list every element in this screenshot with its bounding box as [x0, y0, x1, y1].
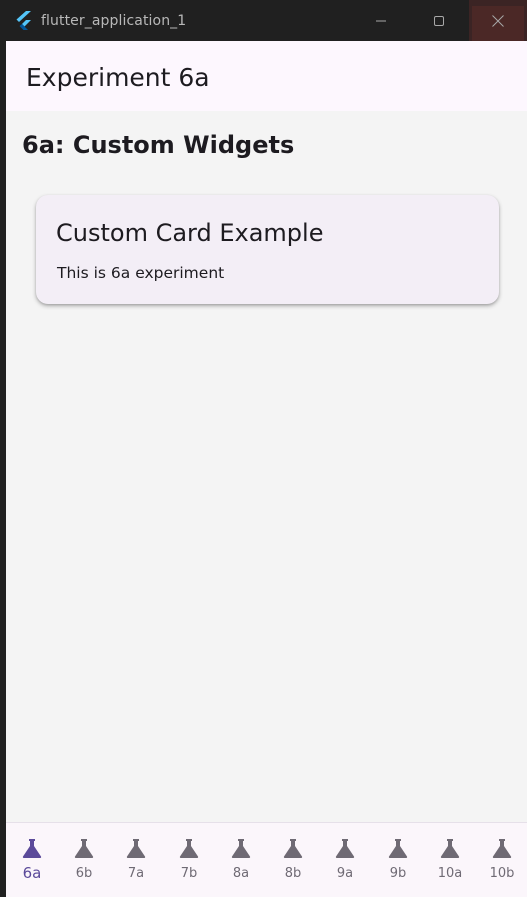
nav-item-10a[interactable]: 10a	[424, 823, 476, 897]
flask-icon	[283, 839, 303, 858]
nav-item-9a[interactable]: 9a	[319, 823, 371, 897]
app-content: Experiment 6a 6a: Custom Widgets Custom …	[6, 41, 527, 897]
nav-item-label: 7a	[127, 866, 145, 881]
maximize-button[interactable]	[410, 0, 468, 41]
flask-icon	[126, 839, 146, 858]
nav-item-label: 6a	[22, 864, 42, 882]
window-title: flutter_application_1	[41, 13, 187, 29]
nav-item-6b[interactable]: 6b	[58, 823, 110, 897]
flask-icon	[388, 839, 408, 858]
nav-item-8b[interactable]: 8b	[267, 823, 319, 897]
minimize-button[interactable]	[352, 0, 410, 41]
flask-icon	[335, 839, 355, 858]
flask-icon	[22, 839, 42, 858]
flask-icon	[440, 839, 460, 858]
flask-icon	[74, 839, 94, 858]
card-body: This is 6a experiment	[57, 264, 225, 282]
flask-icon	[492, 839, 512, 858]
nav-item-label: 6b	[75, 866, 93, 881]
bottom-navigation-bar: 6a 6b 7a 7b 8a 8b 9a 9b 10a 10b	[6, 822, 527, 897]
maximize-icon	[434, 15, 444, 26]
nav-item-label: 9b	[389, 866, 407, 881]
nav-item-label: 8b	[284, 866, 302, 881]
nav-item-8a[interactable]: 8a	[215, 823, 267, 897]
app-bar: Experiment 6a	[6, 41, 527, 111]
nav-item-label: 8a	[232, 866, 250, 881]
app-window: flutter_application_1 Experiment 6a 6a: …	[0, 0, 527, 897]
flutter-logo-icon	[15, 11, 34, 31]
close-icon	[492, 14, 504, 27]
flask-icon	[231, 839, 251, 858]
card-title: Custom Card Example	[56, 219, 324, 247]
nav-item-label: 9a	[336, 866, 354, 881]
nav-item-7a[interactable]: 7a	[110, 823, 162, 897]
page-heading: 6a: Custom Widgets	[22, 131, 295, 159]
nav-item-10b[interactable]: 10b	[476, 823, 527, 897]
nav-item-label: 7b	[180, 866, 198, 881]
title-bar: flutter_application_1	[0, 0, 527, 41]
nav-item-6a[interactable]: 6a	[6, 823, 58, 897]
nav-item-9b[interactable]: 9b	[372, 823, 424, 897]
flask-icon	[179, 839, 199, 858]
nav-item-7b[interactable]: 7b	[163, 823, 215, 897]
app-bar-title: Experiment 6a	[26, 63, 210, 92]
nav-item-label: 10b	[489, 866, 515, 881]
close-button[interactable]	[469, 0, 527, 41]
nav-item-label: 10a	[437, 866, 463, 881]
custom-card: Custom Card Example This is 6a experimen…	[36, 195, 499, 304]
minimize-icon	[376, 20, 386, 21]
